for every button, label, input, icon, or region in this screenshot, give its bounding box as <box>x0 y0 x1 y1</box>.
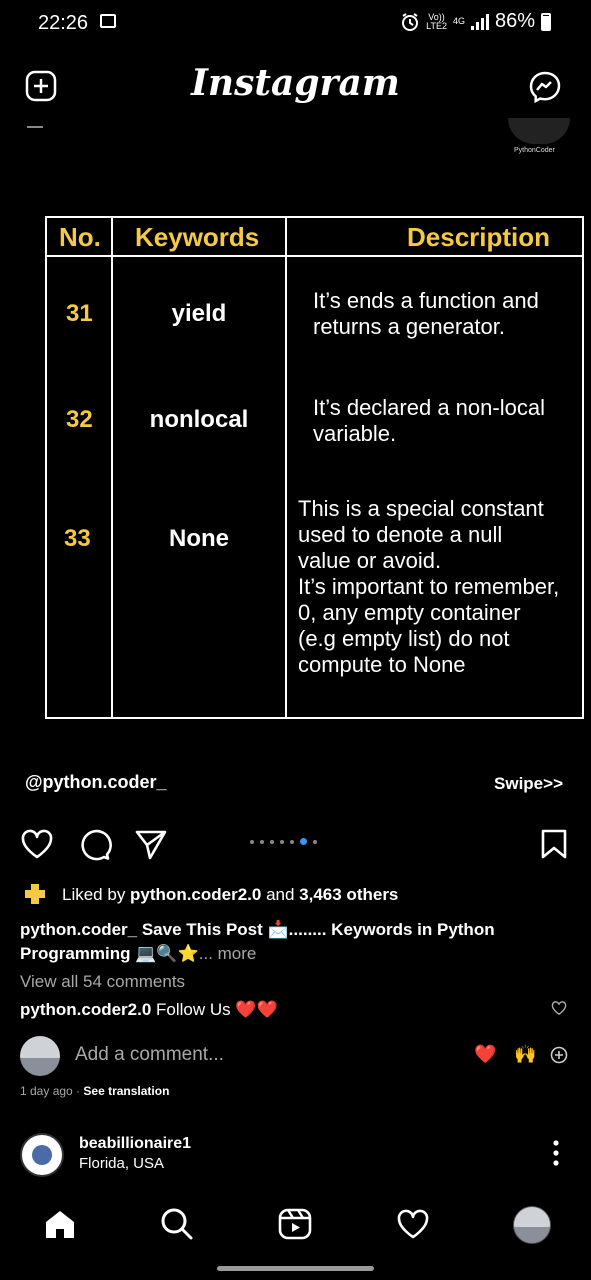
table-header-divider <box>47 255 582 257</box>
see-translation-link[interactable]: See translation <box>83 1084 169 1098</box>
heart-icon[interactable] <box>20 828 54 860</box>
battery-percent: 86% <box>494 10 535 32</box>
table-col-divider <box>111 218 113 717</box>
table-col-divider <box>285 218 287 717</box>
status-indicators: Vo)) LTE2 4G 86% <box>400 10 551 33</box>
row-keyword: yield <box>171 300 227 327</box>
row-description: It’s declared a non-local variable. <box>313 395 545 446</box>
row-description: This is a special constant used to denot… <box>298 496 560 677</box>
gallery-notification-icon <box>100 14 116 28</box>
likes-count[interactable]: 3,463 others <box>299 885 398 904</box>
watermark-label: PythonCoder <box>514 147 555 154</box>
table-header-no: No. <box>59 222 101 252</box>
reels-icon[interactable] <box>278 1208 312 1240</box>
home-icon[interactable] <box>43 1208 77 1240</box>
row-number: 31 <box>66 300 93 327</box>
top-comment: python.coder2.0 Follow Us ❤️❤️ <box>20 1000 278 1019</box>
table-header-keywords: Keywords <box>135 222 260 252</box>
profile-avatar[interactable] <box>513 1206 551 1244</box>
watermark-badge <box>508 118 570 144</box>
activity-heart-icon[interactable] <box>396 1208 430 1240</box>
table-header-description: Description <box>407 222 551 252</box>
comment-icon[interactable] <box>78 828 112 862</box>
caption-username[interactable]: python.coder_ <box>20 920 137 939</box>
liker-avatar[interactable] <box>25 884 45 904</box>
post-timestamp: 1 day ago <box>20 1084 73 1098</box>
alarm-icon <box>402 12 419 31</box>
liker-username[interactable]: python.coder2.0 <box>130 885 261 904</box>
carousel-indicator <box>250 838 317 845</box>
post-image-handle: @python.coder_ <box>25 772 167 792</box>
gesture-bar[interactable] <box>217 1266 374 1271</box>
row-number: 32 <box>66 406 93 433</box>
keywords-table: No. Keywords Description 31 yield It’s e… <box>45 216 584 719</box>
more-options-icon[interactable] <box>552 1140 560 1166</box>
row-number: 33 <box>64 525 91 552</box>
caption-more[interactable]: ... more <box>199 944 257 963</box>
post-time-row: 1 day ago · See translation <box>20 1084 170 1098</box>
row-keyword: nonlocal <box>149 406 249 433</box>
bookmark-icon[interactable] <box>540 828 568 860</box>
row-keyword: None <box>169 525 229 552</box>
comment-username[interactable]: python.coder2.0 <box>20 1000 151 1019</box>
post-caption: python.coder_ Save This Post 📩........ K… <box>20 920 495 963</box>
search-icon[interactable] <box>160 1207 194 1241</box>
swipe-hint: Swipe>> <box>494 774 563 793</box>
instagram-logo[interactable]: Instagram <box>0 62 591 104</box>
view-comments-link[interactable]: View all 54 comments <box>20 972 185 992</box>
likes-summary[interactable]: Liked by python.coder2.0 and 3,463 other… <box>62 885 398 905</box>
add-comment-input[interactable]: Add a comment... <box>75 1044 224 1066</box>
quick-emoji-heart[interactable]: ❤️ <box>474 1044 496 1065</box>
next-post-avatar[interactable] <box>20 1133 64 1177</box>
my-avatar[interactable] <box>20 1036 60 1076</box>
carousel-active-dot <box>300 838 307 845</box>
previous-slide-edge <box>27 126 43 128</box>
add-emoji-icon[interactable] <box>550 1046 568 1064</box>
network-type: 4G <box>452 16 465 26</box>
signal-bars-icon <box>470 13 489 30</box>
next-post-username[interactable]: beabillionaire1 <box>79 1135 191 1153</box>
next-post-location[interactable]: Florida, USA <box>79 1155 191 1172</box>
battery-icon <box>541 12 551 31</box>
messenger-icon[interactable] <box>528 70 562 104</box>
row-description: It’s ends a function and returns a gener… <box>313 288 539 339</box>
volte-indicator: Vo)) LTE2 <box>426 11 447 31</box>
quick-emoji-raised-hands[interactable]: 🙌 <box>514 1044 536 1065</box>
next-post-user: beabillionaire1 Florida, USA <box>79 1135 191 1172</box>
send-icon[interactable] <box>134 828 168 860</box>
comment-like-icon[interactable] <box>551 1000 567 1016</box>
status-time: 22:26 <box>38 12 89 34</box>
